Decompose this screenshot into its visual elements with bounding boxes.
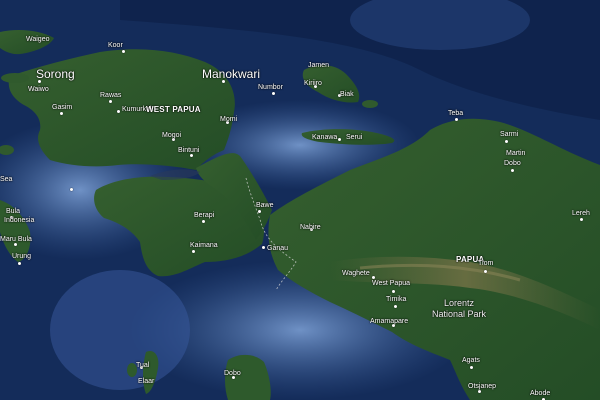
place-label-waiwo: Waiwo bbox=[28, 86, 49, 93]
place-label-nabire: Nabire bbox=[300, 224, 321, 231]
city-marker bbox=[117, 110, 120, 113]
city-marker bbox=[258, 210, 261, 213]
place-label-gasim: Gasim bbox=[52, 104, 73, 111]
banda-sea-shelf bbox=[50, 270, 190, 390]
place-label-amamapare: Amamapare bbox=[370, 318, 409, 325]
city-marker bbox=[262, 246, 265, 249]
place-label-martin: Martin bbox=[506, 150, 526, 157]
place-label-indonesia: Indonesia bbox=[4, 217, 35, 224]
city-marker bbox=[122, 50, 125, 53]
place-label-koor: Koor bbox=[108, 42, 123, 49]
place-label-otsjanep: Otsjanep bbox=[468, 383, 497, 390]
place-label-urung: Urung bbox=[12, 253, 32, 260]
city-marker bbox=[580, 218, 583, 221]
map-viewport[interactable]: Waigeo Koor Sorong Waiwo Rawas Kumurkek … bbox=[0, 0, 600, 400]
place-label-rawas: Rawas bbox=[100, 92, 122, 99]
city-marker bbox=[192, 250, 195, 253]
place-label-tual: Tual bbox=[136, 362, 150, 369]
place-label-momi: Momi bbox=[220, 116, 238, 123]
place-label-teba: Teba bbox=[448, 110, 464, 117]
place-label-maru-bula: Maru Bula bbox=[0, 236, 32, 243]
place-label-abode: Abode bbox=[530, 390, 551, 397]
place-label-mogoi: Mogoi bbox=[162, 132, 182, 139]
city-marker bbox=[505, 140, 508, 143]
place-label-kiriiro: Kiriiro bbox=[304, 80, 322, 87]
place-label-bintuni: Bintuni bbox=[178, 147, 200, 154]
city-marker bbox=[470, 366, 473, 369]
place-label-bawe: Bawe bbox=[256, 202, 274, 209]
place-label-ganau: Ganau bbox=[267, 245, 289, 252]
place-label-numbor: Numbor bbox=[258, 84, 283, 91]
city-marker bbox=[392, 290, 395, 293]
city-marker bbox=[394, 305, 397, 308]
place-label-waigeo: Waigeo bbox=[26, 36, 50, 43]
place-label-dobo-south: Dobo bbox=[224, 370, 241, 377]
place-label-berapi: Berapi bbox=[194, 212, 215, 219]
city-marker bbox=[70, 188, 73, 191]
place-label-lorentz-national-park: Lorentz National Park bbox=[432, 298, 487, 319]
city-marker bbox=[455, 118, 458, 121]
place-label-jamen: Jamen bbox=[308, 62, 330, 69]
place-label-kanawa: Kanawa bbox=[312, 134, 338, 141]
place-label-waghete: Waghete bbox=[342, 270, 370, 277]
place-label-kaimana: Kaimana bbox=[190, 242, 218, 249]
place-label-sorong: Sorong bbox=[36, 67, 75, 81]
city-marker bbox=[109, 100, 112, 103]
city-marker bbox=[18, 262, 21, 265]
city-marker bbox=[484, 270, 487, 273]
place-label-dobo-north: Dobo bbox=[504, 160, 521, 167]
small-island bbox=[362, 100, 378, 108]
city-marker bbox=[338, 138, 341, 141]
city-marker bbox=[202, 220, 205, 223]
place-label-timika: Timika bbox=[386, 296, 407, 303]
satellite-imagery bbox=[0, 0, 600, 400]
city-marker bbox=[511, 169, 514, 172]
city-marker bbox=[190, 154, 193, 157]
small-island bbox=[1, 73, 29, 83]
place-label-lereh: Lereh bbox=[572, 210, 590, 217]
place-label-agats: Agats bbox=[462, 357, 480, 364]
place-label-west-papua-town: West Papua bbox=[372, 280, 411, 287]
place-label-biak: Biak bbox=[340, 91, 354, 98]
place-label-tiom: Tiom bbox=[478, 260, 494, 267]
region-label-west-papua: WEST PAPUA bbox=[146, 105, 201, 114]
city-marker bbox=[60, 112, 63, 115]
place-label-manokwari: Manokwari bbox=[202, 67, 261, 81]
place-label-sarmi: Sarmi bbox=[500, 131, 519, 138]
city-marker bbox=[372, 276, 375, 279]
place-label-sea: Sea bbox=[0, 176, 13, 183]
city-marker bbox=[478, 390, 481, 393]
place-label-bula: Bula bbox=[6, 208, 21, 215]
place-label-elaar: Elaar bbox=[138, 378, 155, 385]
city-marker bbox=[14, 243, 17, 246]
place-label-serui: Serui bbox=[346, 134, 363, 141]
city-marker bbox=[272, 92, 275, 95]
